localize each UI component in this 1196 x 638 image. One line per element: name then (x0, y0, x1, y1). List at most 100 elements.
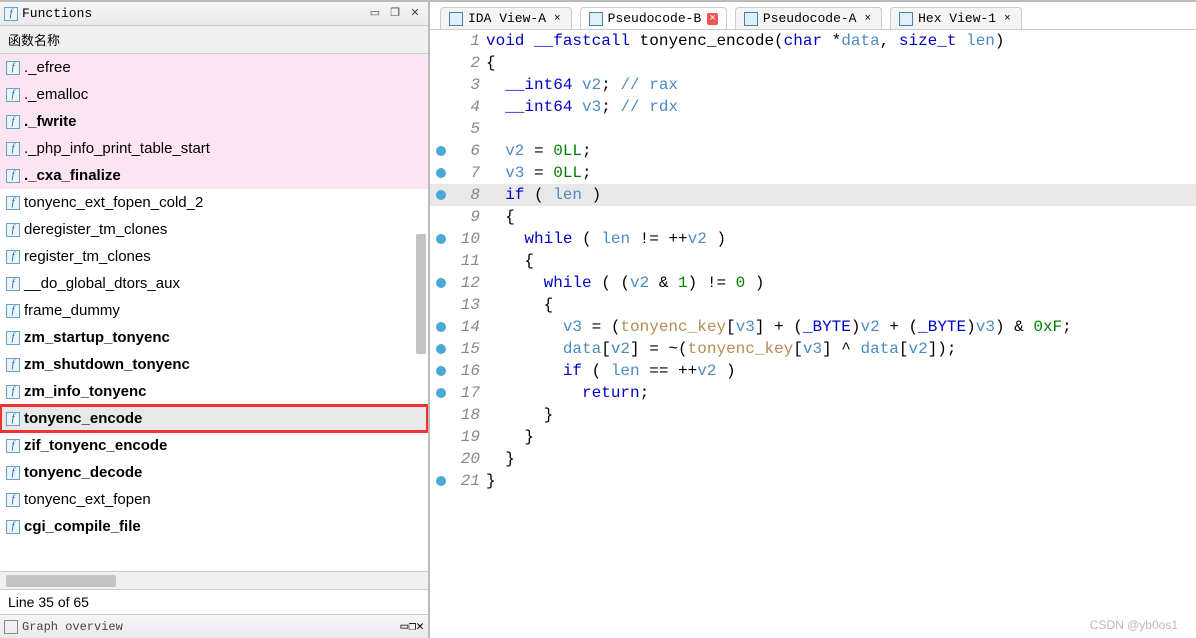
function-name: __do_global_dtors_aux (24, 275, 180, 292)
breakpoint-gutter[interactable] (430, 168, 452, 178)
go-minimize-button[interactable]: ▭ (401, 619, 409, 634)
code-line[interactable]: 13 { (430, 294, 1196, 316)
function-row[interactable]: ftonyenc_encode (0, 405, 428, 432)
code-line[interactable]: 2{ (430, 52, 1196, 74)
code-line[interactable]: 20 } (430, 448, 1196, 470)
function-row[interactable]: fderegister_tm_clones (0, 216, 428, 243)
code-line[interactable]: 11 { (430, 250, 1196, 272)
code-text[interactable]: { (486, 296, 1196, 314)
breakpoint-gutter[interactable] (430, 366, 452, 376)
breakpoint-dot-icon (436, 366, 446, 376)
code-text[interactable]: v3 = (tonyenc_key[v3] + (_BYTE)v2 + (_BY… (486, 318, 1196, 336)
function-row[interactable]: fzif_tonyenc_encode (0, 432, 428, 459)
tab[interactable]: Pseudocode-B× (580, 7, 727, 29)
breakpoint-gutter[interactable] (430, 322, 452, 332)
graph-overview-header: Graph overview ▭ ❐ ✕ (0, 614, 428, 638)
code-line[interactable]: 9 { (430, 206, 1196, 228)
function-row[interactable]: f._php_info_print_table_start (0, 135, 428, 162)
close-button[interactable]: ✕ (406, 6, 424, 22)
tab-close-icon[interactable]: × (707, 13, 718, 25)
function-row[interactable]: fzm_startup_tonyenc (0, 324, 428, 351)
code-line[interactable]: 19 } (430, 426, 1196, 448)
code-line[interactable]: 5 (430, 118, 1196, 140)
code-text[interactable]: } (486, 472, 1196, 490)
line-number: 20 (452, 450, 486, 468)
code-text[interactable]: { (486, 208, 1196, 226)
code-text[interactable]: __int64 v3; // rdx (486, 98, 1196, 116)
function-row[interactable]: fzm_info_tonyenc (0, 378, 428, 405)
tab[interactable]: Hex View-1× (890, 7, 1022, 29)
function-list[interactable]: f._efreef._emallocf._fwritef._php_info_p… (0, 54, 428, 571)
function-row[interactable]: f._fwrite (0, 108, 428, 135)
code-line[interactable]: 12 while ( (v2 & 1) != 0 ) (430, 272, 1196, 294)
code-line[interactable]: 6 v2 = 0LL; (430, 140, 1196, 162)
code-text[interactable]: while ( len != ++v2 ) (486, 230, 1196, 248)
code-line[interactable]: 18 } (430, 404, 1196, 426)
code-text[interactable]: void __fastcall tonyenc_encode(char *dat… (486, 32, 1196, 50)
code-line[interactable]: 3 __int64 v2; // rax (430, 74, 1196, 96)
code-line[interactable]: 14 v3 = (tonyenc_key[v3] + (_BYTE)v2 + (… (430, 316, 1196, 338)
code-text[interactable]: __int64 v2; // rax (486, 76, 1196, 94)
tab-close-icon[interactable]: × (1002, 13, 1013, 25)
column-header[interactable]: 函数名称 (0, 26, 428, 54)
function-row[interactable]: fframe_dummy (0, 297, 428, 324)
code-text[interactable]: return; (486, 384, 1196, 402)
code-line[interactable]: 21} (430, 470, 1196, 492)
function-row[interactable]: fregister_tm_clones (0, 243, 428, 270)
tab[interactable]: IDA View-A× (440, 7, 572, 29)
code-text[interactable]: } (486, 406, 1196, 424)
function-row[interactable]: ftonyenc_ext_fopen_cold_2 (0, 189, 428, 216)
breakpoint-gutter[interactable] (430, 190, 452, 200)
code-text[interactable]: v3 = 0LL; (486, 164, 1196, 182)
hscroll-thumb[interactable] (6, 575, 116, 587)
line-number: 11 (452, 252, 486, 270)
breakpoint-gutter[interactable] (430, 278, 452, 288)
code-text[interactable]: v2 = 0LL; (486, 142, 1196, 160)
code-line[interactable]: 15 data[v2] = ~(tonyenc_key[v3] ^ data[v… (430, 338, 1196, 360)
code-line[interactable]: 8 if ( len ) (430, 184, 1196, 206)
function-row[interactable]: f._efree (0, 54, 428, 81)
go-popout-button[interactable]: ❐ (408, 619, 416, 634)
code-text[interactable]: while ( (v2 & 1) != 0 ) (486, 274, 1196, 292)
code-line[interactable]: 1void __fastcall tonyenc_encode(char *da… (430, 30, 1196, 52)
code-line[interactable]: 7 v3 = 0LL; (430, 162, 1196, 184)
code-text[interactable]: { (486, 252, 1196, 270)
code-text[interactable]: data[v2] = ~(tonyenc_key[v3] ^ data[v2])… (486, 340, 1196, 358)
function-name: frame_dummy (24, 302, 120, 319)
function-row[interactable]: ftonyenc_ext_fopen (0, 486, 428, 513)
code-text[interactable]: } (486, 450, 1196, 468)
code-text[interactable]: } (486, 428, 1196, 446)
scrollbar-thumb[interactable] (416, 234, 426, 354)
function-icon: f (6, 88, 20, 102)
tab-close-icon[interactable]: × (552, 13, 563, 25)
graph-overview-title: Graph overview (22, 620, 401, 634)
function-row[interactable]: fzm_shutdown_tonyenc (0, 351, 428, 378)
tab[interactable]: Pseudocode-A× (735, 7, 882, 29)
function-row[interactable]: ftonyenc_decode (0, 459, 428, 486)
go-close-button[interactable]: ✕ (416, 619, 424, 634)
breakpoint-gutter[interactable] (430, 388, 452, 398)
code-line[interactable]: 4 __int64 v3; // rdx (430, 96, 1196, 118)
code-line[interactable]: 16 if ( len == ++v2 ) (430, 360, 1196, 382)
tab-close-icon[interactable]: × (862, 13, 873, 25)
code-text[interactable]: if ( len ) (486, 186, 1196, 204)
function-row[interactable]: f._cxa_finalize (0, 162, 428, 189)
horizontal-scrollbar[interactable] (0, 571, 428, 589)
minimize-button[interactable]: ▭ (366, 6, 384, 22)
code-text[interactable]: { (486, 54, 1196, 72)
breakpoint-gutter[interactable] (430, 344, 452, 354)
function-row[interactable]: f._emalloc (0, 81, 428, 108)
code-text[interactable]: if ( len == ++v2 ) (486, 362, 1196, 380)
function-row[interactable]: fcgi_compile_file (0, 513, 428, 540)
code-line[interactable]: 10 while ( len != ++v2 ) (430, 228, 1196, 250)
function-row[interactable]: f__do_global_dtors_aux (0, 270, 428, 297)
code-panel: IDA View-A× Pseudocode-B× Pseudocode-A× Hex… (430, 2, 1196, 638)
breakpoint-gutter[interactable] (430, 146, 452, 156)
tab-bar: IDA View-A× Pseudocode-B× Pseudocode-A× Hex… (430, 2, 1196, 30)
code-line[interactable]: 17 return; (430, 382, 1196, 404)
popout-button[interactable]: ❐ (386, 6, 404, 22)
breakpoint-gutter[interactable] (430, 476, 452, 486)
breakpoint-gutter[interactable] (430, 234, 452, 244)
code-area[interactable]: 1void __fastcall tonyenc_encode(char *da… (430, 30, 1196, 638)
line-number: 15 (452, 340, 486, 358)
